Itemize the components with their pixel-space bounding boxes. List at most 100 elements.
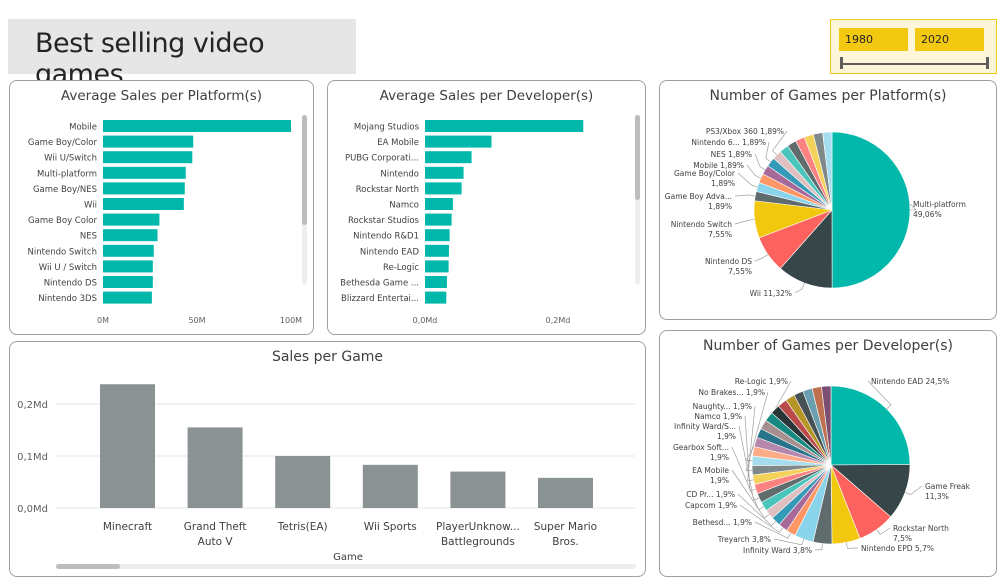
pie-slice [831,131,911,289]
x-category-label: Wii Sports [364,521,417,533]
x-category-label: Battlegrounds [441,536,515,548]
bar-category-label: NES [80,232,97,242]
pie-data-label: Gearbox Soft... [673,443,729,452]
pie-data-label: Game Freak [925,482,971,491]
pie-data-label: Naughty... 1,9% [693,402,752,411]
slider-track[interactable] [841,63,988,65]
pie-leader-line [904,485,923,495]
bar [103,291,152,304]
pie-data-label: Game Boy/Color [674,169,736,178]
card-games-per-developer: Number of Games per Developer(s) Nintend… [659,330,997,577]
bar [425,135,492,148]
pie-data-label: Nintendo DS [705,257,752,266]
pie-data-label: Re-Logic 1,9% [735,377,788,386]
pie-leader-line [754,254,769,262]
bar-category-label: PUBG Corporati... [345,154,419,164]
column-bar [187,427,243,508]
card-avg-sales-developer: Average Sales per Developer(s) Mojang St… [327,80,646,335]
bar-category-label: Bethesda Game ... [340,279,419,289]
bar [425,291,447,304]
pie-leader-line [814,543,823,551]
x-tick-label: 50M [188,316,205,325]
pie-leader-line [876,527,891,535]
bar [103,135,194,148]
y-tick-label: 0,0Md [17,504,48,515]
h-scrollbar-thumb[interactable] [56,564,120,569]
pie-data-label: Game Boy Adva... [665,192,732,201]
pie-leader-line [845,542,859,549]
column-bar [100,384,155,508]
bar [425,120,584,132]
x-category-label: Tetris(EA) [277,521,328,533]
bar [425,182,462,195]
pie-data-label: Multi-platform [913,200,966,209]
pie-data-label: Rockstar North [893,524,949,533]
end-year-input[interactable]: 2020 [915,28,984,51]
bar-category-label: Nintendo R&D1 [353,232,419,242]
year-range-slicer[interactable]: 1980 2020 [830,19,997,74]
bar [425,198,453,210]
bar [425,166,464,179]
pie-data-label: Nintendo EPD 5,7% [861,544,934,553]
bar-category-label: Rockstar Studios [348,216,420,226]
pie-data-label: 7,55% [708,230,732,239]
y-tick-label: 0,1Md [17,452,48,463]
h-scrollbar-track[interactable] [56,564,636,569]
pie-data-label: 1,9% [710,453,729,462]
slider-start-handle[interactable] [840,57,843,69]
pie-data-label: 49,06% [913,210,942,219]
bar-category-label: Re-Logic [383,263,419,273]
pie-data-label: 1,89% [711,179,735,188]
pie-leader-line [734,194,756,197]
pie-leader-line [734,219,755,225]
bar [425,244,449,257]
bar [103,151,193,164]
pie-data-label: Wii 11,32% [750,289,792,298]
pie-data-label: NES 1,89% [711,150,752,159]
bar-category-label: Nintendo EAD [360,247,420,257]
bar-category-label: Wii U/Switch [44,154,97,164]
avg-sales-developer-chart: Mojang Studios EA Mobile PUBG Corporati...… [340,115,640,325]
bar [103,182,185,195]
pie-data-label: 1,89% [708,202,732,211]
card-avg-sales-platform: Average Sales per Platform(s) Mobile Game… [9,80,314,335]
scrollbar-thumb[interactable] [302,115,307,225]
column-bar [538,477,593,508]
pie-data-label: PS3/Xbox 360 1,89% [706,127,784,136]
bar-category-label: EA Mobile [377,138,419,148]
pie-leader-line [746,164,761,179]
games-per-platform-pie: Multi-platform49,06% Wii 11,32% Nintendo D… [665,127,966,298]
pie-data-label: 7,5% [893,534,912,543]
bar [103,198,184,210]
pie-data-label: 1,9% [717,432,736,441]
y-tick-label: 0,2Md [17,400,48,411]
start-year-input[interactable]: 1980 [839,28,908,51]
pie-data-label: Treyarch 3,8% [717,535,771,544]
pie-data-label: No Brakes... 1,9% [698,388,765,397]
bar [103,229,158,242]
pie-leader-line [794,282,805,294]
slider-end-handle[interactable] [986,57,989,69]
pie-data-label: Nintendo 6... 1,89% [691,138,766,147]
pie-data-label: Bethesd... 1,9% [693,518,752,527]
column-bar [450,471,506,508]
pie-data-label: Nintendo Switch [671,220,733,229]
bar [103,166,186,179]
pie-data-label: Nintendo EAD 24,5% [871,377,949,386]
bar-category-label: Namco [389,201,419,211]
report-title-box: Best selling video games [8,19,356,90]
column-bar [362,464,418,508]
pie-data-label: 7,55% [728,267,752,276]
bar [103,213,160,226]
pie-data-label: Namco 1,9% [694,412,742,421]
pie-data-label: 1,9% [710,476,729,485]
x-tick-label: 0,2Md [546,316,571,325]
x-category-label: Auto V [198,536,234,548]
card-sales-per-game: Sales per Game 0,0Md 0,1Md 0,2Md Minecraft G… [9,341,646,577]
bar [425,151,472,164]
scrollbar-thumb[interactable] [635,115,640,200]
bar [103,120,291,132]
x-tick-label: 0,0Md [413,316,438,325]
pie-data-label: 11,3% [925,492,949,501]
x-axis-title: Game [333,552,363,563]
